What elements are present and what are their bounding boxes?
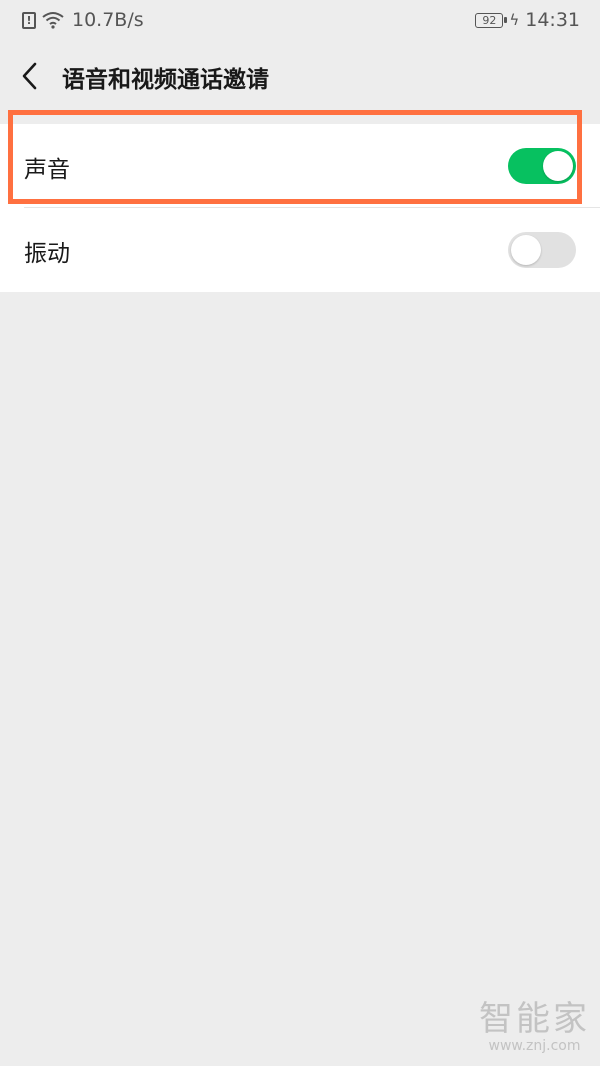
battery-icon: 92 xyxy=(475,12,508,28)
setting-row-vibration[interactable]: 振动 xyxy=(0,208,600,292)
toggle-knob xyxy=(543,151,573,181)
chevron-left-icon[interactable] xyxy=(16,58,46,94)
alert-icon: ! xyxy=(22,11,36,29)
settings-list: 声音 振动 xyxy=(0,124,600,292)
wifi-icon xyxy=(42,12,64,29)
page-title: 语音和视频通话邀请 xyxy=(62,67,269,93)
setting-label-sound: 声音 xyxy=(24,157,70,183)
sound-toggle[interactable] xyxy=(508,148,576,184)
setting-row-sound[interactable]: 声音 xyxy=(0,124,600,208)
clock: 14:31 xyxy=(525,9,580,31)
status-right: 92 ϟ 14:31 xyxy=(475,9,580,31)
charging-bolt-icon: ϟ xyxy=(509,11,520,29)
nav-bar: 语音和视频通话邀请 xyxy=(0,40,600,112)
status-bar: ! 10.7B/s 92 ϟ 14:31 xyxy=(0,0,600,40)
network-speed: 10.7B/s xyxy=(72,9,144,31)
watermark-brand: 智能家 xyxy=(479,999,590,1039)
battery-level: 92 xyxy=(482,13,497,27)
vibration-toggle[interactable] xyxy=(508,232,576,268)
status-left: ! 10.7B/s xyxy=(22,9,144,31)
watermark-url: www.znj.com xyxy=(488,1038,581,1054)
setting-label-vibration: 振动 xyxy=(24,241,70,267)
toggle-knob xyxy=(511,235,541,265)
watermark: 智能家 www.znj.com xyxy=(479,1000,590,1054)
